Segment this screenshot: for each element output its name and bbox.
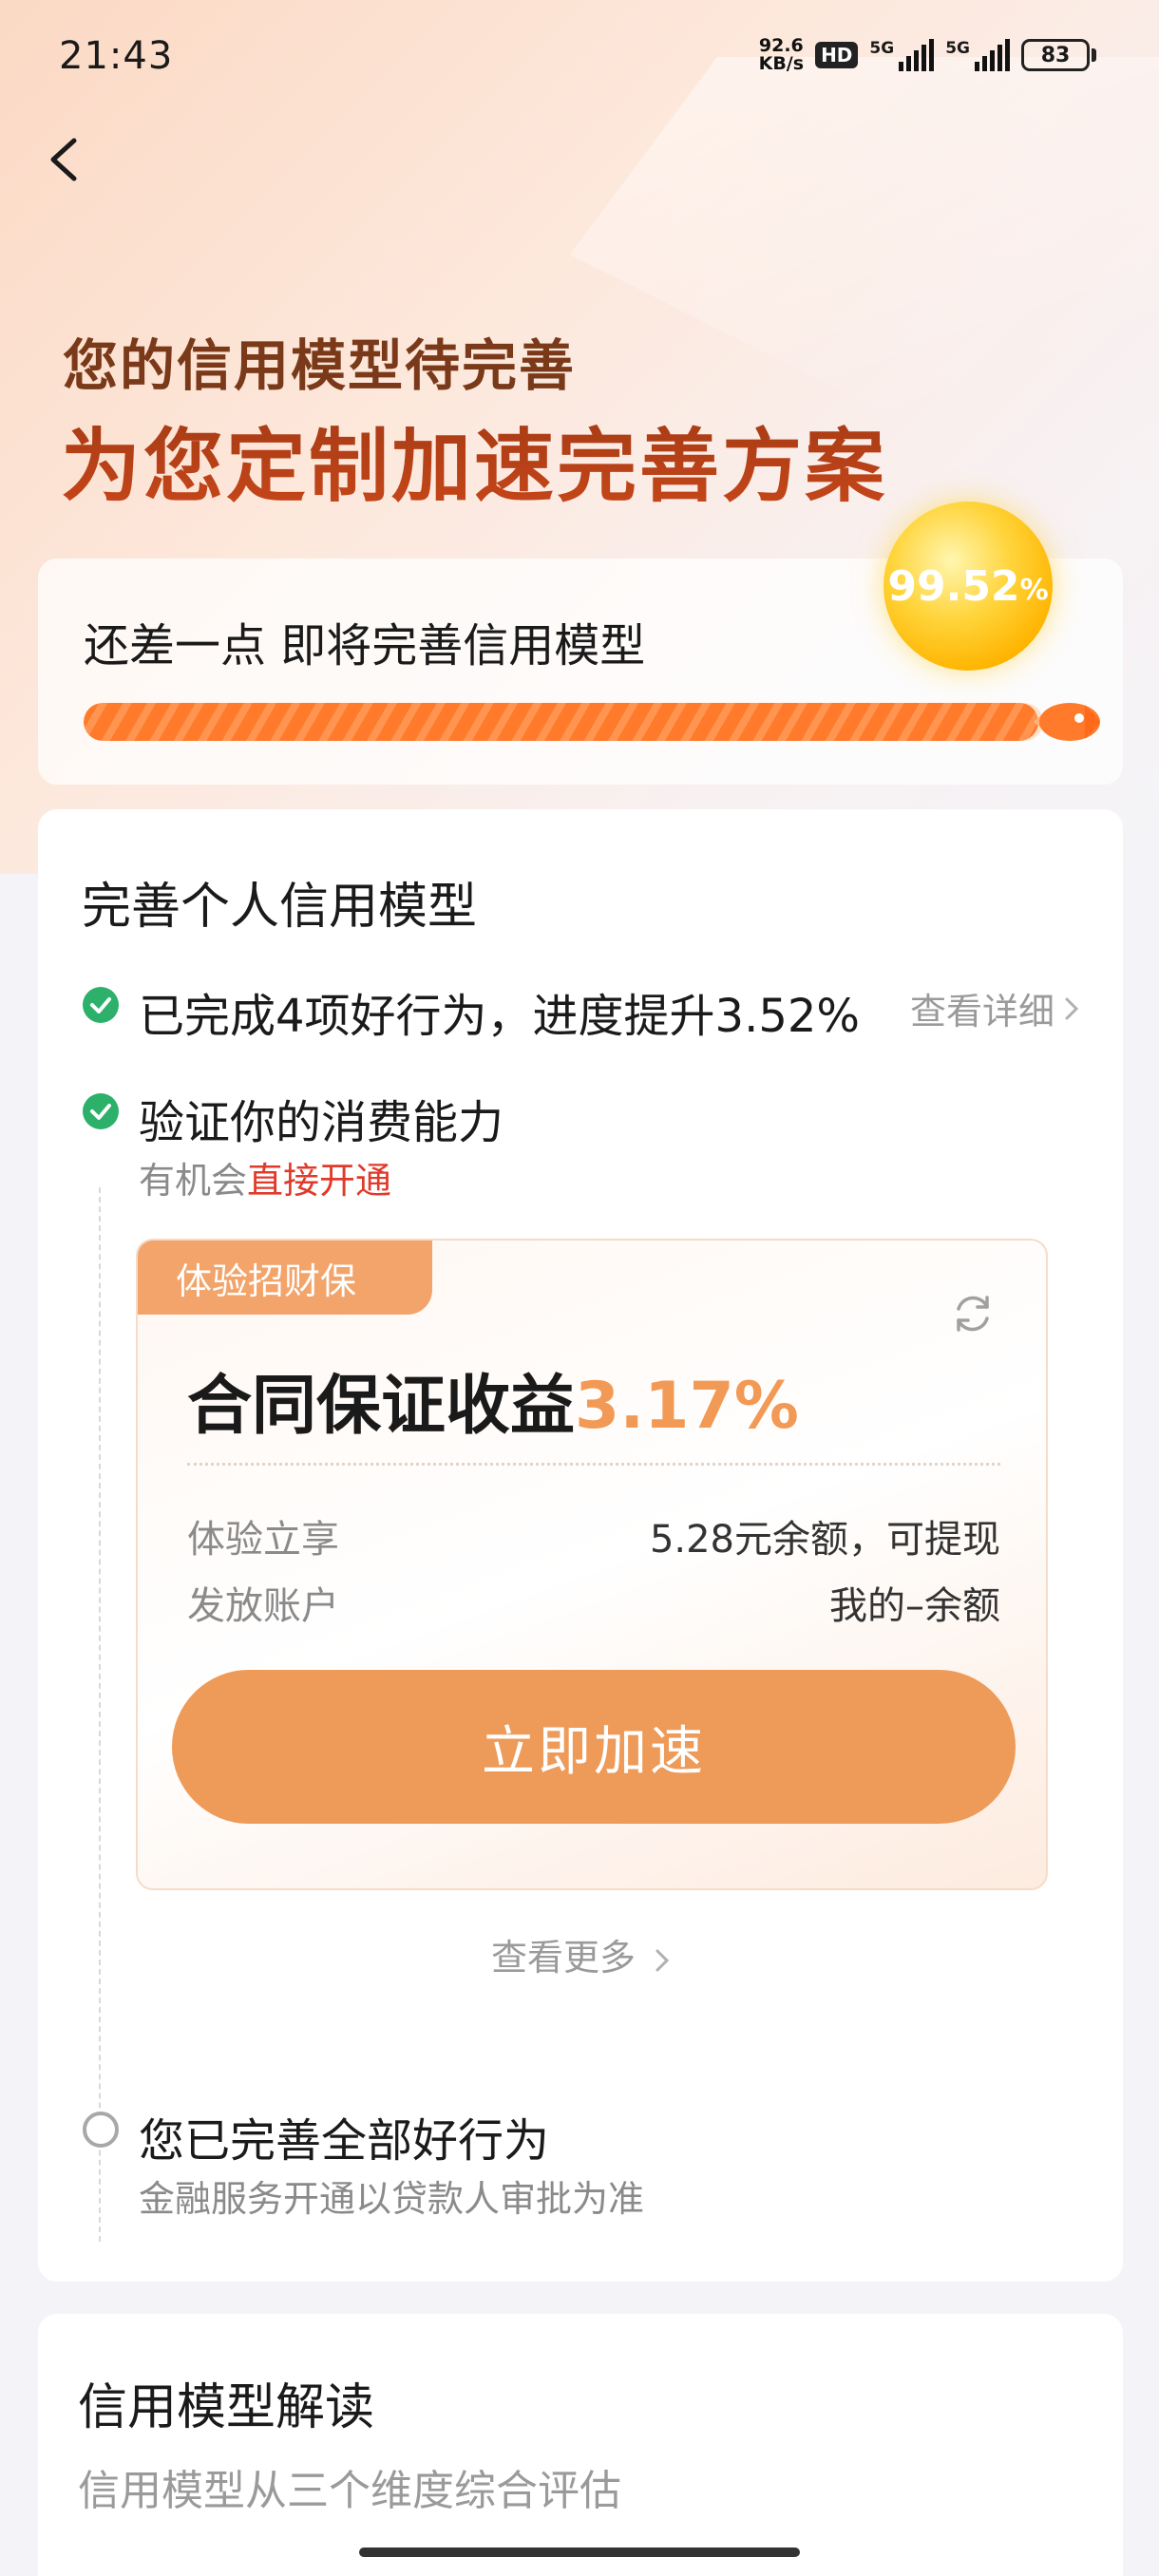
network-speed: 92.6 KB/s — [758, 35, 805, 74]
improve-credit-card: 完善个人信用模型 已完成4项好行为，进度提升3.52% 查看详细 验证你的消费能… — [38, 809, 1123, 2282]
section-title: 完善个人信用模型 — [82, 879, 478, 936]
empty-circle-icon — [83, 2112, 119, 2148]
check-circle-icon — [83, 1093, 119, 1129]
offer-rate: 3.17% — [575, 1369, 799, 1444]
chevron-right-icon — [1065, 997, 1079, 1019]
progress-percent-badge: 99.52 % — [884, 502, 1053, 671]
explain-title: 信用模型解读 — [78, 2379, 375, 2436]
progress-bar — [84, 703, 1043, 741]
offer-row-benefit: 体验立享 5.28元余额，可提现 — [187, 1518, 1000, 1562]
rocket-icon — [1034, 703, 1100, 741]
hero-subtitle: 您的信用模型待完善 — [63, 333, 577, 398]
chevron-right-icon — [656, 1949, 670, 1971]
hd-icon: HD — [815, 42, 859, 68]
dotted-divider — [187, 1463, 1000, 1466]
view-more-link[interactable]: 查看更多 — [38, 1928, 1123, 1980]
explain-subtitle: 信用模型从三个维度综合评估 — [78, 2467, 621, 2515]
offer-tag: 体验招财保 — [138, 1241, 432, 1315]
status-icons: 92.6 KB/s HD 5G 5G 83 — [759, 34, 1096, 76]
offer-row-account: 发放账户 我的–余额 — [187, 1584, 1000, 1628]
accelerate-button[interactable]: 立即加速 — [172, 1670, 1016, 1824]
offer-card: 体验招财保 合同保证收益3.17% 体验立享 5.28元余额，可提现 发放账户 … — [136, 1239, 1048, 1890]
signal-icon: 5G — [869, 39, 935, 71]
hero-title: 为您定制加速完善方案 — [61, 403, 887, 518]
home-indicator[interactable] — [359, 2548, 800, 2557]
refresh-icon[interactable] — [947, 1288, 998, 1339]
view-details-link[interactable]: 查看详细 — [910, 982, 1079, 1034]
signal-icon-2: 5G — [945, 39, 1010, 71]
chevron-left-icon — [50, 138, 77, 181]
timeline-line — [99, 1187, 101, 2242]
progress-text: 还差一点 即将完善信用模型 — [84, 619, 646, 672]
status-time: 21:43 — [59, 34, 174, 78]
back-button[interactable] — [38, 131, 95, 188]
check-circle-icon — [83, 987, 119, 1023]
credit-model-explain-card[interactable]: 信用模型解读 信用模型从三个维度综合评估 — [38, 2314, 1123, 2576]
offer-title: 合同保证收益3.17% — [187, 1369, 799, 1444]
battery-icon: 83 — [1021, 39, 1096, 71]
status-bar: 21:43 92.6 KB/s HD 5G 5G 83 — [0, 0, 1159, 114]
progress-bar-fill — [84, 703, 1039, 741]
